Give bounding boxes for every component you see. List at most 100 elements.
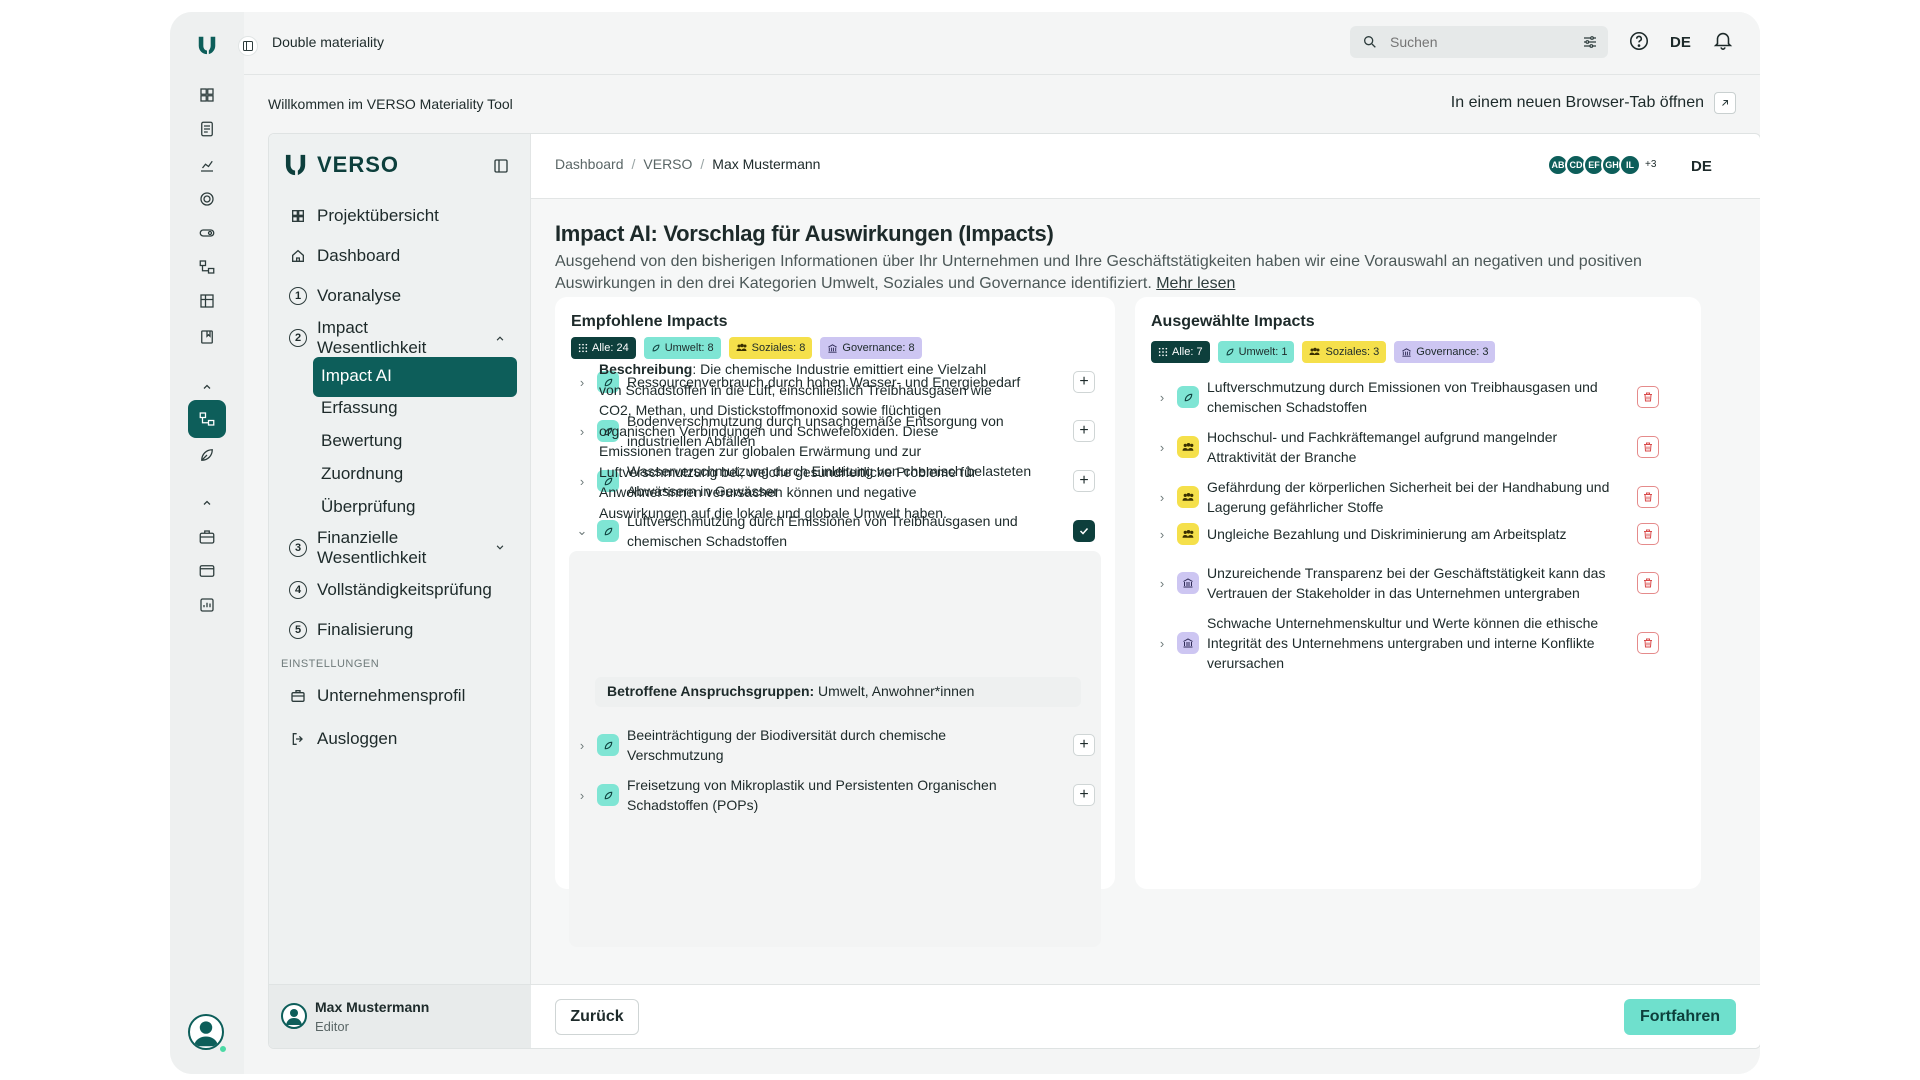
hierarchy-active-icon[interactable] bbox=[188, 400, 226, 438]
app-logo-icon[interactable] bbox=[188, 26, 226, 64]
chevron-right-icon[interactable]: › bbox=[1151, 527, 1173, 542]
user-panel[interactable]: Max Mustermann Editor bbox=[269, 984, 531, 1048]
chevron-right-icon[interactable]: › bbox=[571, 738, 593, 753]
add-icon[interactable]: + bbox=[1073, 784, 1095, 806]
sidebar-item-impact-wesentlichkeit[interactable]: 2 Impact Wesentlichkeit bbox=[289, 318, 426, 358]
sidebar-item-ausloggen[interactable]: Ausloggen bbox=[289, 729, 397, 749]
continue-button[interactable]: Fortfahren bbox=[1624, 999, 1736, 1035]
sidebar-item-voranalyse[interactable]: 1 Voranalyse bbox=[289, 286, 401, 306]
sidebar-subitem-ueberpruefung[interactable]: Überprüfung bbox=[321, 497, 416, 517]
leaf-icon[interactable] bbox=[188, 436, 226, 474]
search-box[interactable] bbox=[1350, 26, 1608, 58]
language-switch[interactable]: DE bbox=[1670, 34, 1691, 51]
briefcase-icon[interactable] bbox=[188, 518, 226, 556]
sidebar-item-label: Projektübersicht bbox=[317, 206, 439, 225]
chevron-right-icon[interactable]: › bbox=[1151, 636, 1173, 651]
table-icon[interactable] bbox=[188, 282, 226, 320]
sidebar-collapse-icon[interactable] bbox=[493, 158, 509, 179]
chevron-right-icon[interactable]: › bbox=[571, 375, 593, 390]
chevron-up-icon[interactable] bbox=[493, 332, 507, 351]
add-icon[interactable]: + bbox=[1073, 734, 1095, 756]
breadcrumb-item[interactable]: VERSO bbox=[643, 156, 692, 172]
sidebar-subitem-erfassung[interactable]: Erfassung bbox=[321, 398, 398, 418]
breadcrumb-item[interactable]: Dashboard bbox=[555, 156, 624, 172]
hierarchy-icon[interactable] bbox=[188, 248, 226, 286]
report-icon[interactable] bbox=[188, 586, 226, 624]
panel-toggle-icon[interactable] bbox=[238, 36, 258, 56]
list-item[interactable]: › Unzureichende Transparenz bei der Gesc… bbox=[1151, 563, 1681, 603]
chevron-down-icon[interactable] bbox=[493, 540, 507, 559]
chevron-right-icon[interactable]: › bbox=[1151, 440, 1173, 455]
chip-label: Governance: 3 bbox=[1416, 346, 1489, 358]
chevron-right-icon[interactable]: › bbox=[571, 474, 593, 489]
search-input[interactable] bbox=[1390, 32, 1570, 52]
sidebar-item-dashboard[interactable]: Dashboard bbox=[289, 246, 400, 266]
selected-check-icon[interactable] bbox=[1073, 520, 1095, 542]
document-icon[interactable] bbox=[188, 110, 226, 148]
impact-text: Schwache Unternehmenskultur und Werte kö… bbox=[1207, 615, 1599, 671]
chevron-down-icon[interactable]: ⌄ bbox=[571, 523, 593, 539]
filter-icon[interactable] bbox=[1582, 34, 1598, 55]
trash-icon[interactable] bbox=[1637, 436, 1659, 458]
chevron-right-icon[interactable]: › bbox=[571, 788, 593, 803]
chevron-up-icon-2[interactable] bbox=[188, 484, 226, 522]
sidebar-item-finanzielle-wesentlichkeit[interactable]: 3 Finanzielle Wesentlichkeit bbox=[289, 528, 426, 568]
add-icon[interactable]: + bbox=[1073, 470, 1095, 492]
toggle-icon[interactable] bbox=[188, 214, 226, 252]
bell-icon[interactable] bbox=[1712, 29, 1734, 56]
chip-governance[interactable]: Governance: 8 bbox=[820, 337, 922, 359]
list-item[interactable]: › Gefährdung der körperlichen Sicherheit… bbox=[1151, 477, 1681, 517]
chip-umwelt[interactable]: Umwelt: 8 bbox=[643, 337, 721, 359]
chip-all[interactable]: Alle: 7 bbox=[1151, 341, 1210, 363]
chip-all[interactable]: Alle: 24 bbox=[571, 337, 636, 359]
recommended-impacts-panel: Empfohlene Impacts Alle: 24 Umwelt: 8 So… bbox=[555, 297, 1115, 947]
sidebar-subitem-bewertung[interactable]: Bewertung bbox=[321, 431, 402, 451]
content-language-switch[interactable]: DE bbox=[1691, 158, 1712, 175]
browser-icon[interactable] bbox=[188, 552, 226, 590]
add-icon[interactable]: + bbox=[1073, 371, 1095, 393]
chevron-right-icon[interactable]: › bbox=[1151, 576, 1173, 591]
sidebar-item-label: Dashboard bbox=[317, 246, 401, 265]
list-item[interactable]: › Beeinträchtigung der Biodiversität dur… bbox=[571, 725, 1101, 765]
list-item[interactable]: › Schwache Unternehmenskultur und Werte … bbox=[1151, 613, 1681, 673]
sidebar-item-projektuebersicht[interactable]: Projektübersicht bbox=[289, 206, 439, 226]
help-icon[interactable] bbox=[1628, 30, 1650, 57]
trash-icon[interactable] bbox=[1637, 386, 1659, 408]
trash-icon[interactable] bbox=[1637, 572, 1659, 594]
sidebar-item-finalisierung[interactable]: 5 Finalisierung bbox=[289, 620, 413, 640]
list-item[interactable]: › Freisetzung von Mikroplastik und Persi… bbox=[571, 775, 1101, 815]
trash-icon[interactable] bbox=[1637, 486, 1659, 508]
sidebar-item-vollstaendigkeitspruefung[interactable]: 4 Vollständigkeitsprüfung bbox=[289, 580, 492, 600]
leaf-icon bbox=[597, 520, 619, 542]
chip-soziales[interactable]: Soziales: 8 bbox=[728, 337, 813, 359]
chip-soziales[interactable]: Soziales: 3 bbox=[1302, 341, 1387, 363]
read-more-link[interactable]: Mehr lesen bbox=[1156, 275, 1235, 292]
sidebar-subitem-zuordnung[interactable]: Zuordnung bbox=[321, 464, 403, 484]
sidebar-item-unternehmensprofil[interactable]: Unternehmensprofil bbox=[289, 686, 465, 706]
list-item[interactable]: › Luftverschmutzung durch Emissionen von… bbox=[1151, 377, 1681, 417]
leaf-icon bbox=[597, 734, 619, 756]
open-new-tab-link[interactable]: In einem neuen Browser-Tab öffnen bbox=[1451, 92, 1736, 114]
chart-icon[interactable] bbox=[188, 146, 226, 184]
people-icon bbox=[1309, 347, 1320, 355]
chip-umwelt[interactable]: Umwelt: 1 bbox=[1217, 341, 1295, 363]
chip-governance[interactable]: Governance: 3 bbox=[1394, 341, 1496, 363]
chevron-right-icon[interactable]: › bbox=[571, 424, 593, 439]
sidebar-subitem-impact-ai[interactable]: Impact AI bbox=[313, 357, 517, 397]
book-icon[interactable] bbox=[188, 318, 226, 356]
chip-label: Soziales: 8 bbox=[751, 342, 806, 354]
grid-icon[interactable] bbox=[188, 76, 226, 114]
step-number: 3 bbox=[289, 539, 307, 557]
avatars-more-count: +3 bbox=[1645, 159, 1657, 170]
chevron-right-icon[interactable]: › bbox=[1151, 390, 1173, 405]
list-item[interactable]: › Hochschul- und Fachkräftemangel aufgru… bbox=[1151, 427, 1681, 467]
trash-icon[interactable] bbox=[1637, 632, 1659, 654]
back-button[interactable]: Zurück bbox=[555, 999, 639, 1035]
leaf-icon bbox=[597, 784, 619, 806]
list-item[interactable]: › Ungleiche Bezahlung und Diskriminierun… bbox=[1151, 523, 1681, 545]
chevron-right-icon[interactable]: › bbox=[1151, 490, 1173, 505]
add-icon[interactable]: + bbox=[1073, 420, 1095, 442]
collaborator-avatars[interactable]: AB CD EF GH IL +3 bbox=[1547, 154, 1657, 176]
target-icon[interactable] bbox=[188, 180, 226, 218]
trash-icon[interactable] bbox=[1637, 523, 1659, 545]
